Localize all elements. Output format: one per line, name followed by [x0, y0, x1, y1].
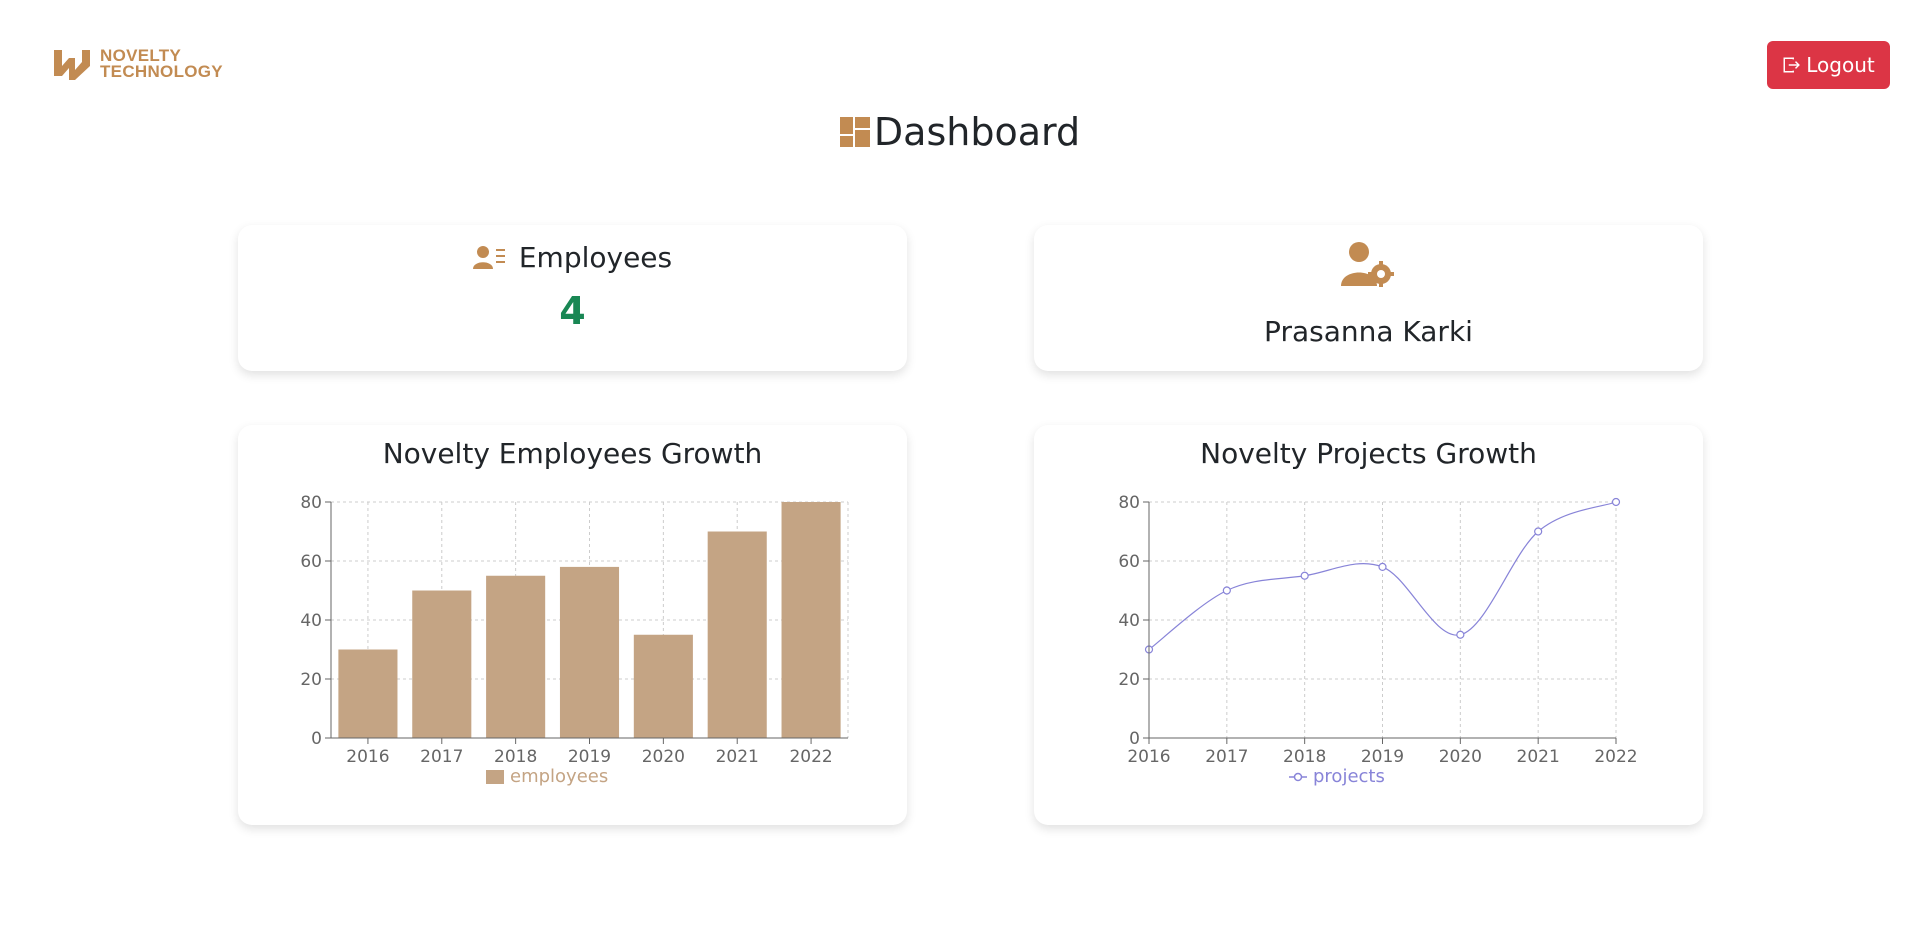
y-tick-label: 60 — [300, 552, 322, 572]
x-tick-label: 2020 — [642, 747, 685, 767]
x-tick-label: 2021 — [716, 747, 759, 767]
employees-card: Employees 4 — [238, 225, 907, 371]
employees-growth-chart-card: Novelty Employees Growth 0 20 40 60 80 2016 20… — [238, 425, 907, 825]
point-2017 — [1222, 586, 1231, 595]
y-tick-label: 60 — [1118, 552, 1140, 572]
y-tick-label: 80 — [300, 493, 322, 513]
bar-2022 — [781, 502, 841, 738]
legend-marker — [1293, 772, 1303, 782]
point-2021 — [1534, 527, 1543, 536]
chart-title: Novelty Employees Growth — [382, 437, 763, 470]
bar-2017 — [412, 590, 472, 738]
user-card: Prasanna Karki — [1034, 225, 1703, 371]
user-settings-icon — [1341, 242, 1394, 287]
bar-2019 — [559, 566, 620, 738]
employees-heading: Employees — [238, 241, 907, 274]
y-tick-label: 0 — [1129, 729, 1140, 749]
projects-growth-chart-card: Novelty Projects Growth 0 20 40 60 80 2016 201… — [1034, 425, 1703, 825]
projects-growth-line-chart: 0 20 40 60 80 2016 2017 2018 2019 2020 2021 2022 pro… — [1118, 493, 1637, 787]
x-tick-label: 2019 — [568, 747, 611, 767]
y-tick-label: 0 — [311, 729, 322, 749]
chart-legend: projects — [1289, 766, 1385, 787]
x-tick-label: 2022 — [1594, 747, 1637, 767]
bar-2016 — [338, 649, 398, 738]
point-2020 — [1456, 630, 1465, 639]
point-2019 — [1378, 562, 1387, 572]
user-name: Prasanna Karki — [1264, 315, 1473, 348]
y-tick-label: 40 — [1118, 611, 1140, 631]
brand-logo[interactable]: NOVELTY TECHNOLOGY — [52, 46, 223, 82]
x-tick-label: 2018 — [1283, 747, 1326, 767]
logout-icon — [1783, 57, 1801, 73]
chart-legend: employees — [486, 766, 608, 787]
brand-name: NOVELTY TECHNOLOGY — [100, 47, 223, 81]
y-tick-label: 80 — [1118, 493, 1140, 513]
x-tick-label: 2022 — [789, 747, 832, 767]
page-title-text: Dashboard — [873, 110, 1081, 154]
bar-2018 — [486, 575, 546, 738]
employees-growth-bar-chart: 0 20 40 60 80 2016 2017 2018 2019 2020 2021 2022 emp… — [300, 493, 849, 787]
logout-label: Logout — [1806, 53, 1875, 77]
legend-label: projects — [1313, 766, 1385, 787]
employees-label: Employees — [518, 241, 673, 274]
y-tick-label: 20 — [300, 670, 322, 690]
x-tick-label: 2017 — [1205, 747, 1248, 767]
novelty-logo-icon — [54, 50, 90, 80]
point-2022 — [1611, 497, 1621, 507]
chart-title: Novelty Projects Growth — [1200, 437, 1537, 470]
logout-button[interactable]: Logout — [1767, 41, 1890, 89]
x-tick-label: 2018 — [494, 747, 537, 767]
y-tick-label: 20 — [1118, 670, 1140, 690]
x-tick-label: 2016 — [346, 747, 389, 767]
legend-swatch — [486, 770, 504, 784]
bar-2020 — [633, 634, 693, 738]
x-tick-label: 2020 — [1439, 747, 1482, 767]
dashboard-icon — [839, 117, 870, 147]
x-tick-label: 2019 — [1361, 747, 1404, 767]
bar-2021 — [707, 531, 767, 738]
x-tick-label: 2017 — [420, 747, 463, 767]
x-tick-label: 2021 — [1517, 747, 1560, 767]
employee-list-icon — [472, 245, 505, 269]
point-2018 — [1300, 571, 1309, 580]
employees-count: 4 — [559, 289, 586, 333]
x-tick-label: 2016 — [1127, 747, 1170, 767]
page-title: Dashboard — [0, 110, 1920, 154]
y-tick-label: 40 — [300, 611, 322, 631]
brand-line2: TECHNOLOGY — [100, 62, 223, 81]
legend-label: employees — [510, 766, 608, 787]
